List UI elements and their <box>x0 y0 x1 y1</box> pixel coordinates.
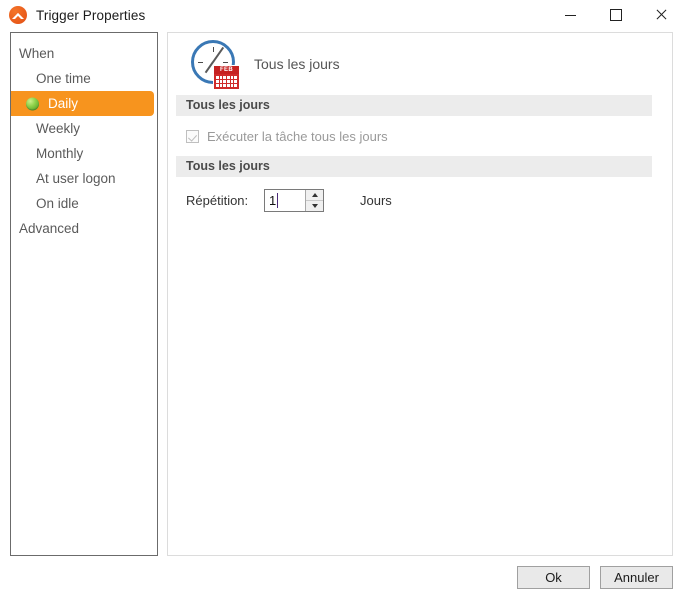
section-body-schedule: Exécuter la tâche tous les jours <box>168 116 672 156</box>
sidebar-group-advanced[interactable]: Advanced <box>11 216 157 241</box>
run-daily-checkbox-label: Exécuter la tâche tous les jours <box>207 128 388 144</box>
app-logo-icon <box>9 6 27 24</box>
recurrence-input[interactable]: 1 <box>265 190 305 211</box>
sidebar: When One time Daily Weekly Monthly At us… <box>10 32 158 556</box>
chevron-down-icon <box>311 203 318 208</box>
chevron-up-icon <box>311 192 318 197</box>
clock-tick-right <box>223 61 228 63</box>
close-icon <box>655 9 667 21</box>
clock-tick-left <box>198 61 203 63</box>
title-bar: Trigger Properties <box>0 0 683 30</box>
window-controls <box>548 0 683 30</box>
sidebar-item-label: At user logon <box>36 171 116 186</box>
sidebar-item-label: Monthly <box>36 146 84 161</box>
sidebar-item-label: Weekly <box>36 121 81 136</box>
sidebar-item-daily[interactable]: Daily <box>11 91 154 116</box>
clock-calendar-icon: FEB <box>190 40 240 90</box>
sidebar-item-label: One time <box>36 71 91 86</box>
sidebar-group-when: When <box>19 46 55 61</box>
sidebar-item-one-time[interactable]: One time <box>11 66 157 91</box>
cancel-button[interactable]: Annuler <box>600 566 673 589</box>
recurrence-label: Répétition: <box>186 192 249 208</box>
content-panel: FEB Tous les jours Tous les jours Exécut… <box>167 32 673 556</box>
minimize-button[interactable] <box>548 0 593 30</box>
maximize-button[interactable] <box>593 0 638 30</box>
close-button[interactable] <box>638 0 683 30</box>
recurrence-stepper[interactable]: 1 <box>264 188 324 212</box>
stepper-increment-button[interactable] <box>306 189 323 200</box>
sidebar-item-label: On idle <box>36 196 79 211</box>
sidebar-item-monthly[interactable]: Monthly <box>11 141 157 166</box>
panel-header: FEB Tous les jours <box>168 33 672 95</box>
maximize-icon <box>609 9 622 21</box>
section-body-recurrence: Répétition: 1 Jours <box>168 177 672 223</box>
ok-button[interactable]: Ok <box>517 566 590 589</box>
calendar-grid <box>214 74 239 89</box>
recurrence-stepper-buttons <box>305 189 323 211</box>
sidebar-item-label: Daily <box>48 96 79 111</box>
recurrence-field-row: Répétition: 1 Jours <box>186 188 672 212</box>
minimize-icon <box>565 14 576 16</box>
clock-tick-top <box>212 47 214 52</box>
green-sphere-icon <box>26 97 39 110</box>
recurrence-unit-label: Jours <box>360 192 392 208</box>
section-header-recurrence: Tous les jours <box>176 156 652 177</box>
calendar-icon: FEB <box>213 65 240 90</box>
page-title: Tous les jours <box>254 56 340 72</box>
section-header-schedule: Tous les jours <box>176 95 652 116</box>
sidebar-item-at-user-logon[interactable]: At user logon <box>11 166 157 191</box>
clock-minute-hand <box>212 46 224 63</box>
dialog-footer: Ok Annuler <box>0 566 683 598</box>
run-daily-checkbox-row[interactable]: Exécuter la tâche tous les jours <box>186 127 672 145</box>
sidebar-item-on-idle[interactable]: On idle <box>11 191 157 216</box>
sidebar-item-weekly[interactable]: Weekly <box>11 116 157 141</box>
run-daily-checkbox[interactable] <box>186 129 199 143</box>
window-title: Trigger Properties <box>36 7 146 23</box>
calendar-month-label: FEB <box>214 66 239 74</box>
stepper-decrement-button[interactable] <box>306 199 323 211</box>
